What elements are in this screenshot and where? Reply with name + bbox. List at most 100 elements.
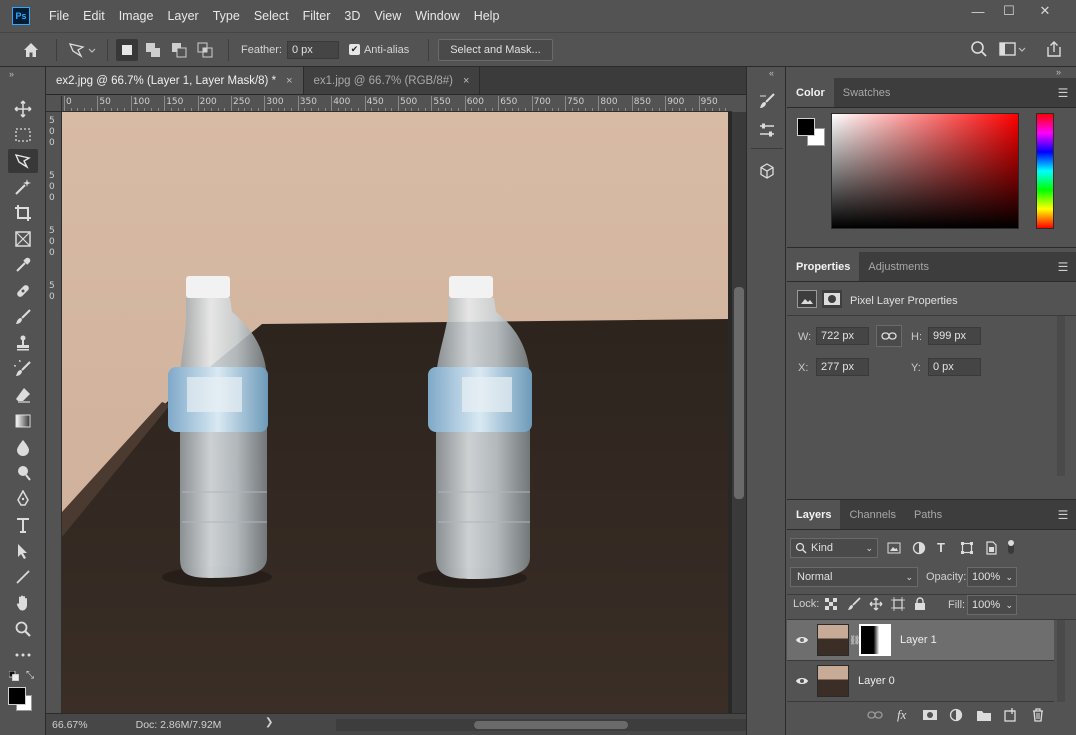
move-tool-icon[interactable]: [8, 97, 38, 121]
link-layers-icon[interactable]: [867, 709, 883, 724]
brushes-panel-icon[interactable]: [756, 90, 778, 112]
swap-colors-icon[interactable]: ⤡: [26, 670, 34, 681]
tab-adjustments[interactable]: Adjustments: [859, 252, 938, 281]
menu-window[interactable]: Window: [408, 0, 466, 32]
crop-tool-icon[interactable]: [8, 201, 38, 225]
menu-view[interactable]: View: [367, 0, 408, 32]
eraser-tool-icon[interactable]: [8, 383, 38, 407]
opacity-field[interactable]: 100% ⌄: [967, 567, 1017, 587]
filter-pixel-icon[interactable]: [887, 541, 901, 558]
tab-ex1[interactable]: ex1.jpg @ 66.7% (RGB/8#) ×: [303, 67, 481, 94]
path-selection-tool-icon[interactable]: [8, 539, 38, 563]
scroll-thumb[interactable]: [474, 721, 628, 729]
tab-layers[interactable]: Layers: [787, 500, 841, 529]
tab-ex2[interactable]: ex2.jpg @ 66.7% (Layer 1, Layer Mask/8) …: [46, 67, 304, 94]
3d-panel-icon[interactable]: [756, 160, 778, 182]
intersect-selection-icon[interactable]: [194, 39, 216, 61]
menu-filter[interactable]: Filter: [296, 0, 338, 32]
filter-kind-dropdown[interactable]: Kind ⌄: [790, 538, 878, 558]
filter-shape-icon[interactable]: [960, 541, 974, 558]
fill-field[interactable]: 100% ⌄: [967, 595, 1017, 615]
ruler-origin[interactable]: [46, 96, 62, 112]
visibility-eye-icon[interactable]: [787, 676, 817, 686]
menu-help[interactable]: Help: [467, 0, 507, 32]
panel-menu-icon[interactable]: ☰: [1050, 78, 1076, 107]
collapse-panels-icon[interactable]: »: [1056, 67, 1061, 77]
hand-tool-icon[interactable]: [8, 591, 38, 615]
layer-thumbnail[interactable]: [817, 665, 849, 697]
new-group-icon[interactable]: [976, 708, 992, 725]
document-canvas[interactable]: [62, 112, 732, 713]
zoom-level[interactable]: 66.67%: [52, 719, 88, 731]
share-icon[interactable]: [1045, 40, 1063, 61]
zoom-tool-icon[interactable]: [8, 617, 38, 641]
panel-menu-icon[interactable]: ☰: [1050, 500, 1076, 529]
new-adjustment-layer-icon[interactable]: [949, 708, 963, 725]
default-colors-icon[interactable]: [8, 670, 19, 684]
filter-type-icon[interactable]: T: [937, 540, 945, 555]
close-window-button[interactable]: ✕: [1029, 0, 1061, 22]
y-field[interactable]: 0 px: [928, 358, 981, 376]
panel-menu-icon[interactable]: ☰: [1050, 252, 1076, 281]
filter-adjustment-icon[interactable]: [912, 541, 926, 558]
menu-layer[interactable]: Layer: [160, 0, 205, 32]
properties-scrollbar[interactable]: [1057, 316, 1065, 476]
new-layer-icon[interactable]: [1003, 708, 1017, 725]
tab-paths[interactable]: Paths: [905, 500, 951, 529]
filter-smart-object-icon[interactable]: [984, 541, 998, 558]
horizontal-scrollbar[interactable]: [336, 719, 756, 731]
menu-type[interactable]: Type: [206, 0, 247, 32]
collapse-toolbar-icon[interactable]: »: [9, 69, 14, 79]
minimize-button[interactable]: —: [962, 0, 994, 22]
hue-slider[interactable]: [1036, 113, 1054, 229]
vertical-scrollbar[interactable]: [732, 112, 746, 713]
close-tab-icon[interactable]: ×: [463, 75, 469, 87]
layer-row-layer-1[interactable]: ⛓ Layer 1: [787, 620, 1054, 661]
brush-tool-icon[interactable]: [8, 305, 38, 329]
history-brush-tool-icon[interactable]: [8, 357, 38, 381]
layer-mask-thumbnail[interactable]: [859, 624, 891, 656]
pen-tool-icon[interactable]: [8, 487, 38, 511]
dodge-tool-icon[interactable]: [8, 461, 38, 485]
menu-3d[interactable]: 3D: [337, 0, 367, 32]
menu-edit[interactable]: Edit: [76, 0, 112, 32]
type-tool-icon[interactable]: [8, 513, 38, 537]
clone-stamp-tool-icon[interactable]: [8, 331, 38, 355]
color-saturation-field[interactable]: [831, 113, 1019, 229]
polygonal-lasso-tool-icon[interactable]: [8, 149, 38, 173]
search-icon[interactable]: [970, 40, 988, 61]
delete-layer-icon[interactable]: [1031, 708, 1045, 725]
lock-image-pixels-icon[interactable]: [847, 597, 861, 614]
frame-tool-icon[interactable]: [8, 227, 38, 251]
mask-link-icon[interactable]: ⛓: [849, 635, 860, 646]
tab-channels[interactable]: Channels: [840, 500, 904, 529]
x-field[interactable]: 277 px: [816, 358, 869, 376]
eyedropper-tool-icon[interactable]: [8, 253, 38, 277]
tool-preset-picker[interactable]: [65, 39, 99, 61]
menu-image[interactable]: Image: [112, 0, 161, 32]
adjustments-panel-icon[interactable]: [756, 119, 778, 141]
height-field[interactable]: 999 px: [928, 327, 981, 345]
width-field[interactable]: 722 px: [816, 327, 869, 345]
add-mask-icon[interactable]: [922, 709, 938, 724]
foreground-color-swatch[interactable]: [8, 687, 26, 705]
fx-icon[interactable]: fx: [897, 707, 906, 723]
lock-transparent-pixels-icon[interactable]: [825, 598, 837, 613]
tab-properties[interactable]: Properties: [787, 252, 860, 281]
tab-color[interactable]: Color: [787, 78, 834, 107]
layer-row-layer-0[interactable]: Layer 0: [787, 661, 1054, 702]
blur-tool-icon[interactable]: [8, 435, 38, 459]
menu-file[interactable]: File: [42, 0, 76, 32]
lock-position-icon[interactable]: [869, 597, 883, 614]
healing-brush-tool-icon[interactable]: [8, 279, 38, 303]
lock-artboard-icon[interactable]: [891, 597, 905, 614]
marquee-tool-icon[interactable]: [8, 123, 38, 147]
line-tool-icon[interactable]: [8, 565, 38, 589]
lock-all-icon[interactable]: [914, 597, 926, 614]
scroll-thumb[interactable]: [734, 287, 744, 499]
magic-wand-tool-icon[interactable]: [8, 175, 38, 199]
menu-select[interactable]: Select: [247, 0, 296, 32]
layer-thumbnail[interactable]: [817, 624, 849, 656]
collapse-dock-icon[interactable]: «: [769, 68, 774, 78]
filter-toggle-icon[interactable]: [1007, 538, 1015, 556]
